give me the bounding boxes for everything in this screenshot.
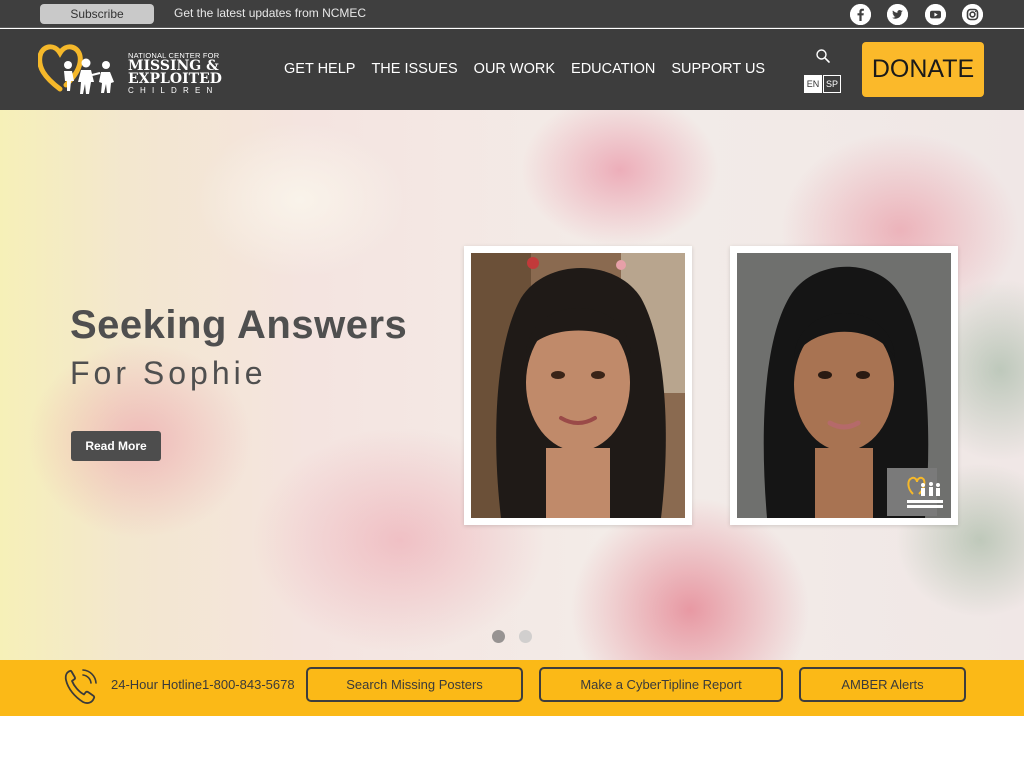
youtube-icon[interactable]	[925, 4, 946, 25]
amber-alerts-button[interactable]: AMBER Alerts	[799, 667, 966, 702]
main-navigation: GET HELP THE ISSUES OUR WORK EDUCATION S…	[284, 61, 765, 77]
facebook-icon[interactable]	[850, 4, 871, 25]
updates-message: Get the latest updates from NCMEC	[174, 6, 367, 20]
hotline-number[interactable]: 1-800-843-5678	[202, 677, 295, 692]
cybertipline-report-button[interactable]: Make a CyberTipline Report	[539, 667, 783, 702]
hero-carousel: Seeking Answers For Sophie Read More	[0, 110, 1024, 660]
nav-the-issues[interactable]: THE ISSUES	[371, 61, 457, 77]
hotline-text[interactable]: 24-Hour Hotline1-800-843-5678	[111, 677, 295, 692]
subscribe-button[interactable]: Subscribe	[40, 4, 154, 24]
instagram-icon[interactable]	[962, 4, 983, 25]
main-header: NATIONAL CENTER FOR MISSING & EXPLOITED …	[0, 29, 1024, 110]
nav-education[interactable]: EDUCATION	[571, 61, 655, 77]
top-utility-bar: Subscribe Get the latest updates from NC…	[0, 0, 1024, 28]
nav-get-help[interactable]: GET HELP	[284, 61, 355, 77]
hero-subtitle: For Sophie	[70, 355, 267, 391]
read-more-button[interactable]: Read More	[71, 431, 161, 461]
twitter-icon[interactable]	[887, 4, 908, 25]
donate-button[interactable]: DONATE	[862, 42, 984, 97]
search-missing-posters-button[interactable]: Search Missing Posters	[306, 667, 523, 702]
carousel-dot-2[interactable]	[519, 630, 532, 643]
missing-child-photo	[464, 246, 692, 525]
ncmec-watermark-icon	[907, 476, 943, 508]
phone-icon	[63, 667, 99, 705]
age-progression-photo	[730, 246, 958, 525]
hero-title: Seeking Answers	[70, 303, 408, 347]
language-english[interactable]: EN	[804, 75, 822, 93]
ncmec-logo[interactable]: NATIONAL CENTER FOR MISSING & EXPLOITED …	[37, 41, 230, 99]
carousel-dot-1[interactable]	[492, 630, 505, 643]
language-spanish[interactable]: SP	[823, 75, 841, 93]
hotline-label: 24-Hour Hotline	[111, 677, 203, 692]
search-icon[interactable]	[815, 48, 831, 64]
logo-line-3: EXPLOITED	[128, 71, 222, 87]
logo-line-4: CHILDREN	[128, 86, 219, 95]
carousel-dots	[492, 630, 532, 643]
nav-our-work[interactable]: OUR WORK	[474, 61, 555, 77]
logo-figures-icon	[37, 44, 114, 94]
nav-support-us[interactable]: SUPPORT US	[671, 61, 765, 77]
quick-actions-bar: 24-Hour Hotline1-800-843-5678 Search Mis…	[0, 660, 1024, 716]
